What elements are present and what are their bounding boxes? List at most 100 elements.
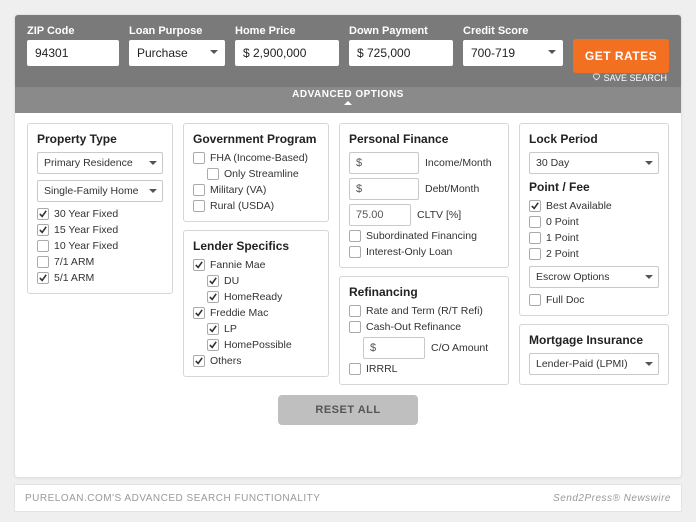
mi-title: Mortgage Insurance bbox=[529, 333, 659, 347]
points-title: Point / Fee bbox=[529, 180, 659, 194]
subord-checkbox[interactable] bbox=[349, 230, 361, 242]
checkbox-label: 15 Year Fixed bbox=[54, 224, 118, 236]
checkbox[interactable] bbox=[207, 323, 219, 335]
checkbox-label: Freddie Mac bbox=[210, 307, 268, 319]
advanced-options-toggle[interactable]: ADVANCED OPTIONS bbox=[15, 87, 681, 113]
checkbox[interactable] bbox=[207, 339, 219, 351]
checkbox[interactable] bbox=[193, 152, 205, 164]
check-row: DU bbox=[193, 275, 319, 287]
gov-list: FHA (Income-Based) Only Streamline Militar… bbox=[193, 152, 319, 212]
checkbox[interactable] bbox=[207, 291, 219, 303]
cltv-input[interactable]: 75.00 bbox=[349, 204, 411, 226]
checkbox[interactable] bbox=[37, 256, 49, 268]
chevron-up-icon bbox=[15, 98, 681, 111]
irrrl-checkbox[interactable] bbox=[349, 363, 361, 375]
get-rates-button[interactable]: GET RATES bbox=[573, 39, 669, 73]
check-row: Rural (USDA) bbox=[193, 200, 319, 212]
checkbox[interactable] bbox=[37, 224, 49, 236]
price-label: Home Price bbox=[235, 25, 339, 37]
check-row: 10 Year Fixed bbox=[37, 240, 163, 252]
stage: ZIP Code Loan Purpose Home Price Down Pa… bbox=[0, 0, 696, 522]
structure-select[interactable] bbox=[37, 180, 163, 202]
purpose-label: Loan Purpose bbox=[129, 25, 225, 37]
debt-input[interactable]: $ bbox=[349, 178, 419, 200]
checkbox-label: Others bbox=[210, 355, 242, 367]
co-amount-label: C/O Amount bbox=[431, 342, 488, 354]
escrow-select[interactable] bbox=[529, 266, 659, 288]
checkbox[interactable] bbox=[529, 248, 541, 260]
check-row: 0 Point bbox=[529, 216, 659, 228]
chevron-down-icon bbox=[148, 186, 158, 196]
co-amount-input[interactable]: $ bbox=[363, 337, 425, 359]
refi-card: Refinancing Rate and Term (R/T Refi) Cas… bbox=[339, 276, 509, 385]
term-list: 30 Year Fixed 15 Year Fixed 10 Year Fixed 7… bbox=[37, 208, 163, 284]
checkbox[interactable] bbox=[207, 275, 219, 287]
lender-list: Fannie MaeDUHomeReadyFreddie MacLPHomePo… bbox=[193, 259, 319, 367]
caption-left: PURELOAN.COM'S ADVANCED SEARCH FUNCTIONA… bbox=[25, 493, 320, 504]
income-label: Income/Month bbox=[425, 157, 492, 169]
checkbox[interactable] bbox=[37, 208, 49, 220]
checkbox[interactable] bbox=[193, 355, 205, 367]
checkbox[interactable] bbox=[37, 240, 49, 252]
fulldoc-checkbox[interactable] bbox=[529, 294, 541, 306]
checkbox-label: 7/1 ARM bbox=[54, 256, 94, 268]
lock-card: Lock Period Point / Fee Best Available0 … bbox=[519, 123, 669, 316]
checkbox[interactable] bbox=[529, 216, 541, 228]
occupancy-select[interactable] bbox=[37, 152, 163, 174]
heart-icon bbox=[592, 72, 601, 83]
gov-title: Government Program bbox=[193, 132, 319, 146]
checkbox[interactable] bbox=[529, 232, 541, 244]
check-row: 5/1 ARM bbox=[37, 272, 163, 284]
reset-wrap: RESET ALL bbox=[15, 395, 681, 425]
checkbox-label: 2 Point bbox=[546, 248, 579, 260]
reset-button[interactable]: RESET ALL bbox=[278, 395, 418, 425]
checkbox-label: HomeReady bbox=[224, 291, 282, 303]
check-row: 7/1 ARM bbox=[37, 256, 163, 268]
checkbox-label: 0 Point bbox=[546, 216, 579, 228]
checkbox[interactable] bbox=[193, 184, 205, 196]
credit-field: Credit Score bbox=[463, 25, 563, 87]
purpose-select[interactable] bbox=[129, 40, 225, 66]
check-row: 1 Point bbox=[529, 232, 659, 244]
check-row: HomeReady bbox=[193, 291, 319, 303]
mi-select[interactable] bbox=[529, 353, 659, 375]
checkbox[interactable] bbox=[207, 168, 219, 180]
advanced-panel: Property Type 30 Year Fixed15 Year Fixed… bbox=[15, 113, 681, 397]
check-row: Freddie Mac bbox=[193, 307, 319, 319]
purpose-field: Loan Purpose bbox=[129, 25, 225, 87]
check-row: 30 Year Fixed bbox=[37, 208, 163, 220]
lender-title: Lender Specifics bbox=[193, 239, 319, 253]
checkbox[interactable] bbox=[193, 200, 205, 212]
check-row: FHA (Income-Based) bbox=[193, 152, 319, 164]
checkbox-label: Only Streamline bbox=[224, 168, 299, 180]
checkbox-label: Best Available bbox=[546, 200, 612, 212]
dp-input[interactable] bbox=[349, 40, 453, 66]
check-row: Military (VA) bbox=[193, 184, 319, 196]
lock-period-select[interactable] bbox=[529, 152, 659, 174]
checkbox[interactable] bbox=[529, 200, 541, 212]
save-search-link[interactable]: SAVE SEARCH bbox=[592, 72, 667, 83]
checkbox-label: 5/1 ARM bbox=[54, 272, 94, 284]
caption-bar: PURELOAN.COM'S ADVANCED SEARCH FUNCTIONA… bbox=[14, 484, 682, 512]
col-lock-mi: Lock Period Point / Fee Best Available0 … bbox=[519, 123, 669, 385]
io-checkbox[interactable] bbox=[349, 246, 361, 258]
debt-label: Debt/Month bbox=[425, 183, 479, 195]
checkbox-label: FHA (Income-Based) bbox=[210, 152, 308, 164]
checkbox[interactable] bbox=[193, 307, 205, 319]
income-input[interactable]: $ bbox=[349, 152, 419, 174]
caption-right: Send2Press® Newswire bbox=[553, 493, 671, 504]
zip-field: ZIP Code bbox=[27, 25, 119, 87]
personal-title: Personal Finance bbox=[349, 132, 499, 146]
co-refi-checkbox[interactable] bbox=[349, 321, 361, 333]
checkbox-label: 30 Year Fixed bbox=[54, 208, 118, 220]
zip-input[interactable] bbox=[27, 40, 119, 66]
price-input[interactable] bbox=[235, 40, 339, 66]
checkbox-label: DU bbox=[224, 275, 239, 287]
lender-card: Lender Specifics Fannie MaeDUHomeReadyFr… bbox=[183, 230, 329, 377]
checkbox[interactable] bbox=[37, 272, 49, 284]
property-card: Property Type 30 Year Fixed15 Year Fixed… bbox=[27, 123, 173, 294]
checkbox[interactable] bbox=[193, 259, 205, 271]
credit-select[interactable] bbox=[463, 40, 563, 66]
rt-refi-checkbox[interactable] bbox=[349, 305, 361, 317]
check-row: 2 Point bbox=[529, 248, 659, 260]
